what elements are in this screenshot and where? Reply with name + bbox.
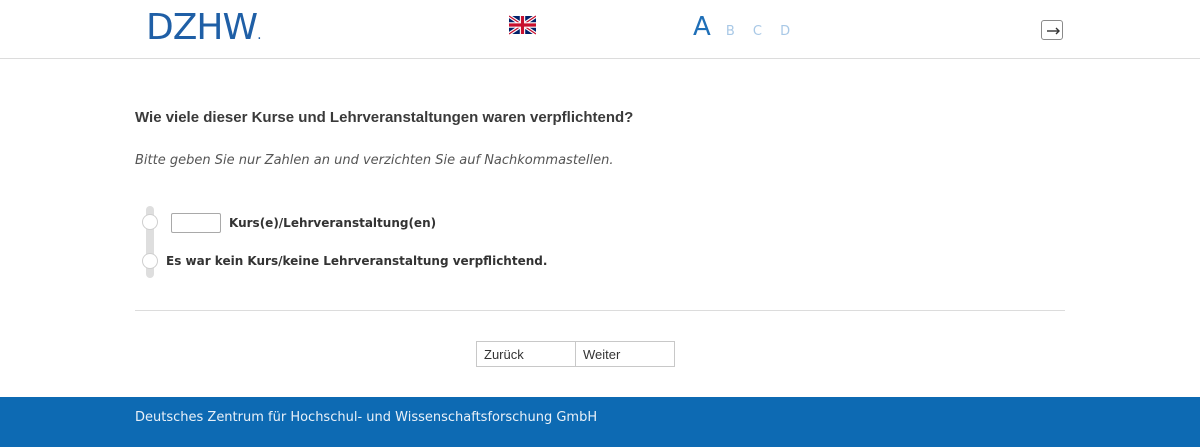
footer: Deutsches Zentrum für Hochschul- und Wis…	[0, 397, 1200, 447]
exit-icon	[1047, 27, 1060, 35]
radio-option-none[interactable]	[142, 253, 158, 269]
question-title: Wie viele dieser Kurse und Lehrveranstal…	[135, 109, 634, 126]
level-b[interactable]: B	[726, 24, 735, 39]
footer-text: Deutsches Zentrum für Hochschul- und Wis…	[135, 410, 598, 425]
exit-button[interactable]	[1041, 20, 1063, 40]
header: DZHW. A B C D	[0, 0, 1200, 59]
level-c[interactable]: C	[753, 24, 762, 39]
logo-text: DZHW	[146, 7, 258, 48]
navigation-buttons: Zurück Weiter	[476, 341, 675, 367]
dzhw-logo[interactable]: DZHW.	[146, 7, 262, 53]
question-instruction: Bitte geben Sie nur Zahlen an und verzic…	[135, 153, 614, 168]
course-count-input[interactable]	[171, 213, 221, 233]
logo-dot: .	[257, 27, 262, 43]
back-button[interactable]: Zurück	[477, 342, 575, 366]
radio-option-count[interactable]	[142, 214, 158, 230]
divider	[135, 310, 1065, 311]
level-a[interactable]: A	[693, 12, 711, 42]
option-label-none[interactable]: Es war kein Kurs/keine Lehrveranstaltung…	[166, 254, 547, 268]
uk-flag-icon[interactable]	[508, 14, 537, 36]
next-button[interactable]: Weiter	[575, 342, 674, 366]
level-d[interactable]: D	[780, 24, 790, 39]
font-size-levels: A B C D	[693, 12, 803, 44]
option-label-count: Kurs(e)/Lehrveranstaltung(en)	[229, 216, 437, 230]
